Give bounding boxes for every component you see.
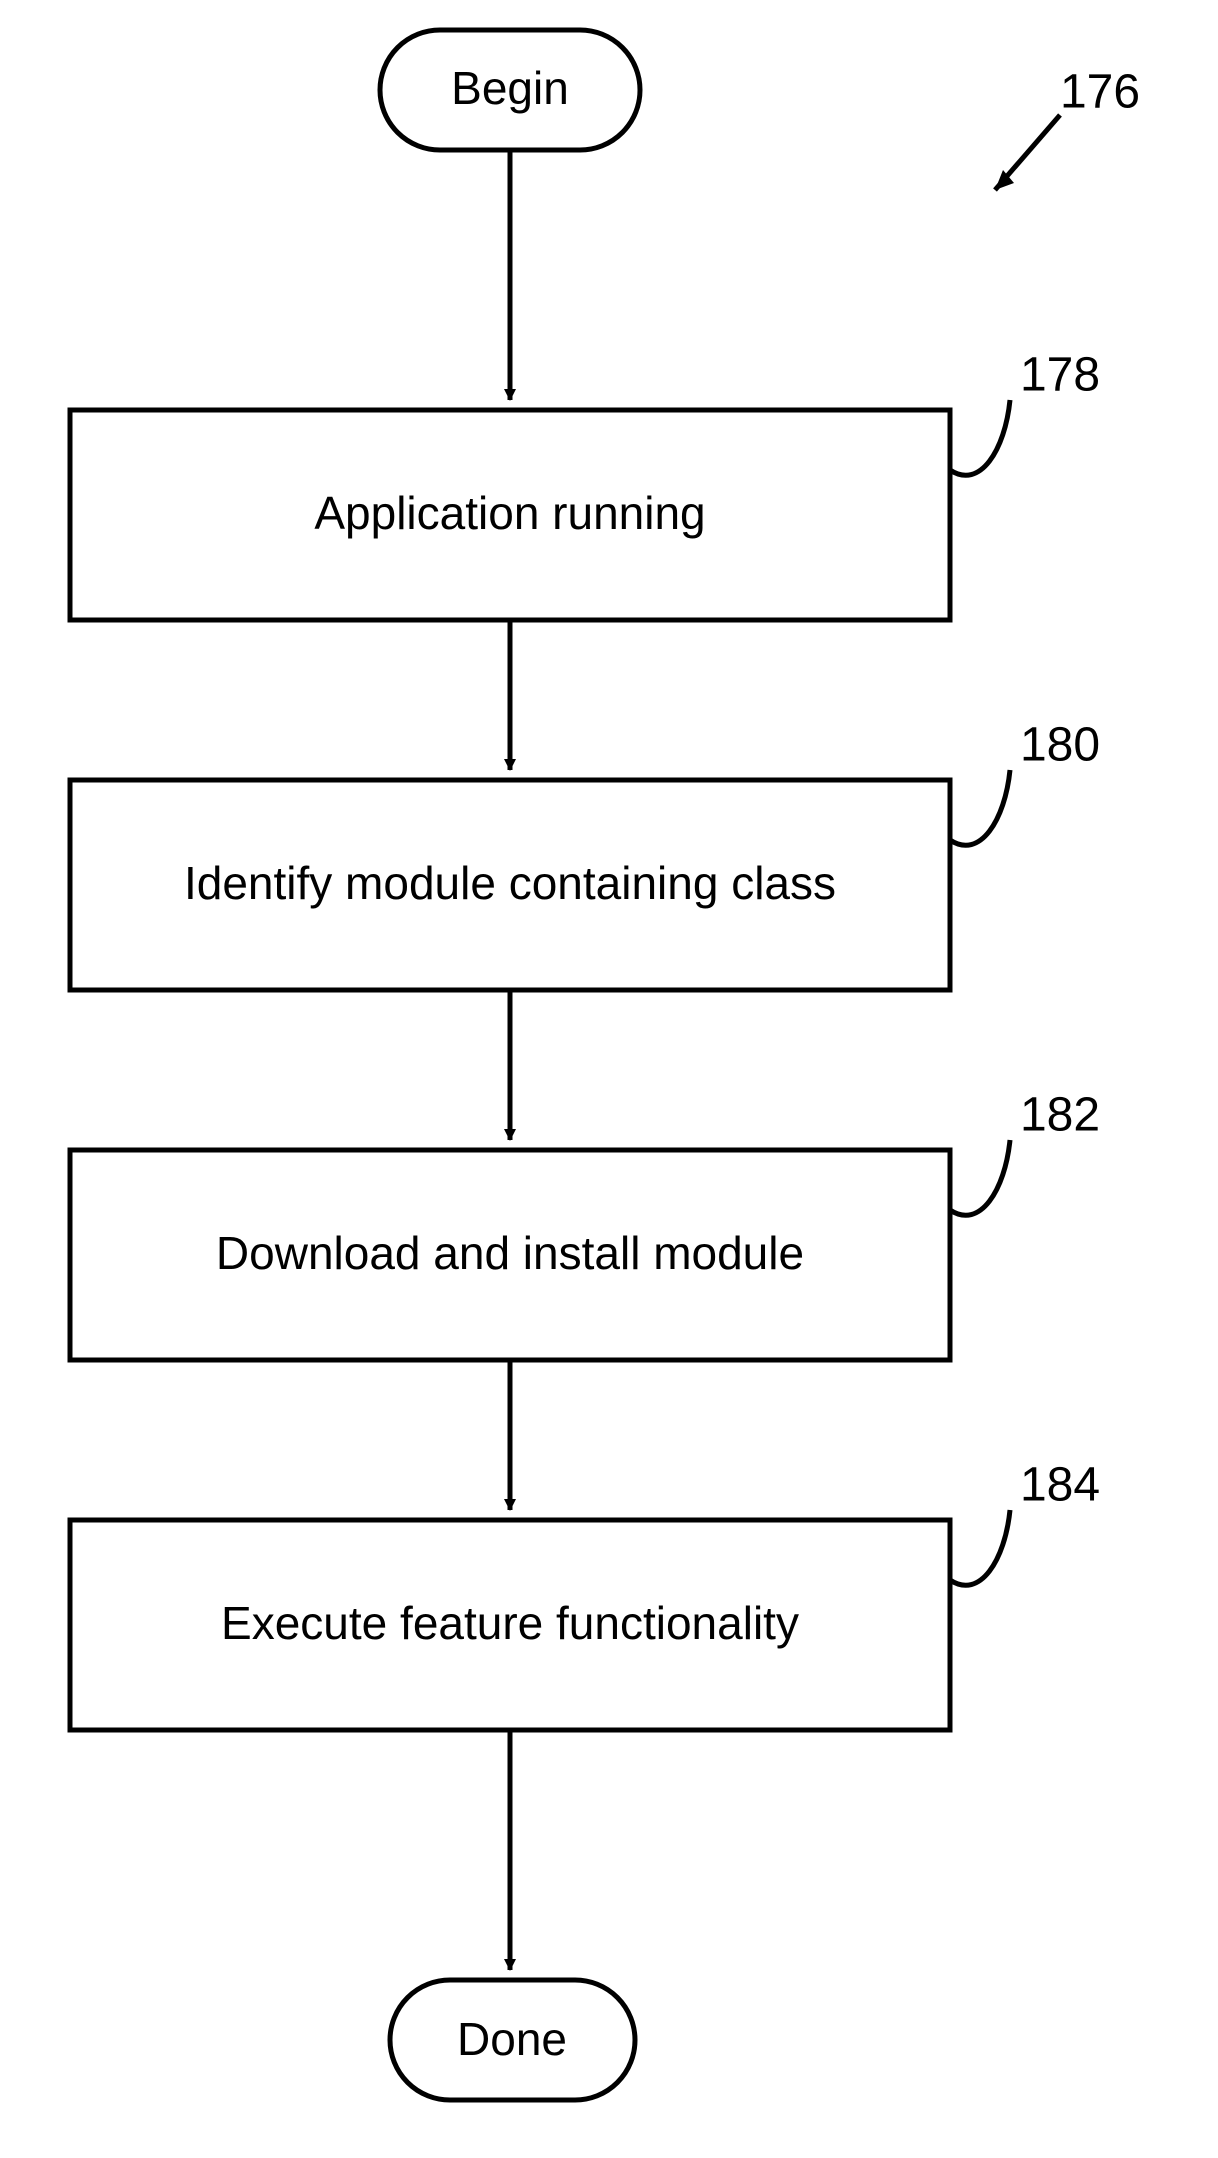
flowchart-diagram: Begin Application running 178 Identify m… [0, 0, 1218, 2158]
process-step4-text: Execute feature functionality [221, 1597, 799, 1649]
label-step2: 180 [1020, 719, 1100, 772]
process-step3: Download and install module [70, 1150, 950, 1360]
process-step2-text: Identify module containing class [184, 857, 836, 909]
label-step4: 184 [1020, 1459, 1100, 1512]
process-step1-text: Application running [314, 487, 705, 539]
figure-ref-arrow [995, 115, 1060, 190]
terminator-done-text: Done [457, 2013, 567, 2065]
process-step1: Application running [70, 410, 950, 620]
terminator-begin-text: Begin [451, 62, 569, 114]
label-step3: 182 [1020, 1089, 1100, 1142]
terminator-begin: Begin [380, 30, 640, 150]
callout-step2 [950, 770, 1010, 845]
callout-step1 [950, 400, 1010, 475]
label-step1: 178 [1020, 349, 1100, 402]
process-step2: Identify module containing class [70, 780, 950, 990]
process-step4: Execute feature functionality [70, 1520, 950, 1730]
callout-step3 [950, 1140, 1010, 1215]
process-step3-text: Download and install module [216, 1227, 804, 1279]
figure-ref-label: 176 [1060, 66, 1140, 119]
callout-step4 [950, 1510, 1010, 1585]
terminator-done: Done [390, 1980, 635, 2100]
